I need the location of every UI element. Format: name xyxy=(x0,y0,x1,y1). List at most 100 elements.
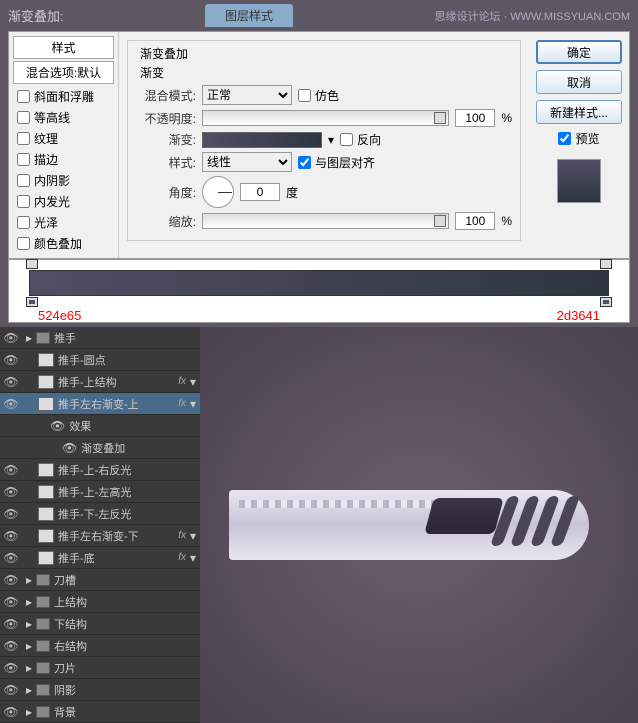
visibility-icon[interactable]: 👁 xyxy=(4,705,18,719)
canvas-preview xyxy=(200,327,638,723)
chevron-down-icon[interactable]: ▾ xyxy=(328,133,334,147)
chevron-down-icon[interactable]: ▾ xyxy=(190,397,196,411)
visibility-icon[interactable]: 👁 xyxy=(4,485,18,499)
layer-row[interactable]: 👁推手-上结构fx▾ xyxy=(0,371,200,393)
watermark: 思缘设计论坛 · WWW.MISSYUAN.COM xyxy=(434,8,630,24)
layer-thumb xyxy=(38,551,54,565)
opacity-slider[interactable] xyxy=(202,110,449,126)
arrow-icon[interactable]: ▸ xyxy=(26,705,32,719)
layer-row[interactable]: 👁效果 xyxy=(0,415,200,437)
cancel-button[interactable]: 取消 xyxy=(536,70,622,94)
style-item[interactable]: 内发光 xyxy=(13,191,114,212)
eye-icon[interactable]: 👁 xyxy=(50,419,65,433)
visibility-icon[interactable]: 👁 xyxy=(4,573,18,587)
folder-icon xyxy=(36,618,50,630)
layer-name: 推手-上-左高光 xyxy=(58,484,196,500)
angle-dial[interactable] xyxy=(202,176,234,208)
styles-header: 样式 xyxy=(13,36,114,59)
visibility-icon[interactable]: 👁 xyxy=(4,507,18,521)
style-label: 样式: xyxy=(136,154,196,171)
scale-slider[interactable] xyxy=(202,213,449,229)
layer-name: 推手-下-左反光 xyxy=(58,506,196,522)
color-stop-left[interactable] xyxy=(26,297,38,307)
color-stop-right[interactable] xyxy=(600,297,612,307)
opacity-stop-left[interactable] xyxy=(26,259,38,269)
layer-row[interactable]: 👁 推手-上-左高光 xyxy=(0,481,200,503)
gradient-bar[interactable]: 524e65 2d3641 xyxy=(29,270,609,296)
visibility-icon[interactable]: 👁 xyxy=(4,551,18,565)
layer-row[interactable]: 👁▸上结构 xyxy=(0,591,200,613)
style-item[interactable]: 光泽 xyxy=(13,212,114,233)
reverse-checkbox[interactable] xyxy=(340,133,353,146)
folder-icon xyxy=(36,596,50,608)
angle-input[interactable] xyxy=(240,183,280,201)
arrow-icon[interactable]: ▸ xyxy=(26,595,32,609)
align-checkbox[interactable] xyxy=(298,156,311,169)
arrow-icon[interactable]: ▸ xyxy=(26,617,32,631)
layer-row[interactable]: 👁 ▸ 阴影 xyxy=(0,679,200,701)
visibility-icon[interactable]: 👁 xyxy=(4,529,18,543)
layer-name: 下结构 xyxy=(54,616,196,632)
folder-icon xyxy=(36,640,50,652)
layer-row[interactable]: 👁 ▸ 下结构 xyxy=(0,613,200,635)
visibility-icon[interactable]: 👁 xyxy=(4,463,18,477)
style-item[interactable]: 纹理 xyxy=(13,128,114,149)
layer-name: 推手-底 xyxy=(58,550,174,566)
layer-row[interactable]: 👁推手左右渐变-上fx▾ xyxy=(0,393,200,415)
visibility-icon[interactable]: 👁 xyxy=(4,375,18,389)
layer-row[interactable]: 👁渐变叠加 xyxy=(0,437,200,459)
preview-checkbox[interactable] xyxy=(558,132,571,145)
chevron-down-icon[interactable]: ▾ xyxy=(190,529,196,543)
arrow-icon[interactable]: ▸ xyxy=(26,331,32,345)
style-item[interactable]: 内阴影 xyxy=(13,170,114,191)
visibility-icon[interactable]: 👁 xyxy=(4,639,18,653)
blend-options[interactable]: 混合选项:默认 xyxy=(13,61,114,84)
eye-icon[interactable]: 👁 xyxy=(62,441,77,455)
blend-mode-select[interactable]: 正常 xyxy=(202,85,292,105)
layer-row[interactable]: 👁▸刀槽 xyxy=(0,569,200,591)
visibility-icon[interactable]: 👁 xyxy=(4,661,18,675)
layer-name: 阴影 xyxy=(54,682,196,698)
layer-row[interactable]: 👁▸右结构 xyxy=(0,635,200,657)
arrow-icon[interactable]: ▸ xyxy=(26,661,32,675)
scale-input[interactable] xyxy=(455,212,495,230)
visibility-icon[interactable]: 👁 xyxy=(4,331,18,345)
opacity-input[interactable] xyxy=(455,109,495,127)
new-style-button[interactable]: 新建样式... xyxy=(536,100,622,124)
arrow-icon[interactable]: ▸ xyxy=(26,573,32,587)
arrow-icon[interactable]: ▸ xyxy=(26,639,32,653)
layer-row[interactable]: 👁▸刀片 xyxy=(0,657,200,679)
layer-row[interactable]: 👁推手左右渐变-下fx▾ xyxy=(0,525,200,547)
fx-badge: fx xyxy=(178,530,186,541)
layer-row[interactable]: 👁▸推手 xyxy=(0,327,200,349)
fx-badge: fx xyxy=(178,552,186,563)
arrow-icon[interactable]: ▸ xyxy=(26,683,32,697)
style-item[interactable]: 描边 xyxy=(13,149,114,170)
chevron-down-icon[interactable]: ▾ xyxy=(190,375,196,389)
layer-row[interactable]: 👁推手-圆点 xyxy=(0,349,200,371)
folder-icon xyxy=(36,684,50,696)
layer-row[interactable]: 👁 推手-下-左反光 xyxy=(0,503,200,525)
style-select[interactable]: 线性 xyxy=(202,152,292,172)
blend-mode-label: 混合模式: xyxy=(136,87,196,104)
visibility-icon[interactable]: 👁 xyxy=(4,683,18,697)
opacity-stop-right[interactable] xyxy=(600,259,612,269)
dialog-title: 图层样式 xyxy=(205,4,293,27)
gradient-preview[interactable] xyxy=(202,132,322,148)
dither-checkbox[interactable] xyxy=(298,89,311,102)
style-item[interactable]: 颜色叠加 xyxy=(13,233,114,254)
visibility-icon[interactable]: 👁 xyxy=(4,397,18,411)
layer-thumb xyxy=(38,529,54,543)
style-item[interactable]: 等高线 xyxy=(13,107,114,128)
visibility-icon[interactable]: 👁 xyxy=(4,353,18,367)
layer-row[interactable]: 👁推手-上-右反光 xyxy=(0,459,200,481)
visibility-icon[interactable]: 👁 xyxy=(4,617,18,631)
style-item[interactable]: 斜面和浮雕 xyxy=(13,86,114,107)
sub-title: 渐变 xyxy=(140,64,512,81)
visibility-icon[interactable]: 👁 xyxy=(4,595,18,609)
layer-row[interactable]: 👁▸背景 xyxy=(0,701,200,723)
fx-badge: fx xyxy=(178,398,186,409)
chevron-down-icon[interactable]: ▾ xyxy=(190,551,196,565)
layer-row[interactable]: 👁 推手-底 fx ▾ xyxy=(0,547,200,569)
ok-button[interactable]: 确定 xyxy=(536,40,622,64)
